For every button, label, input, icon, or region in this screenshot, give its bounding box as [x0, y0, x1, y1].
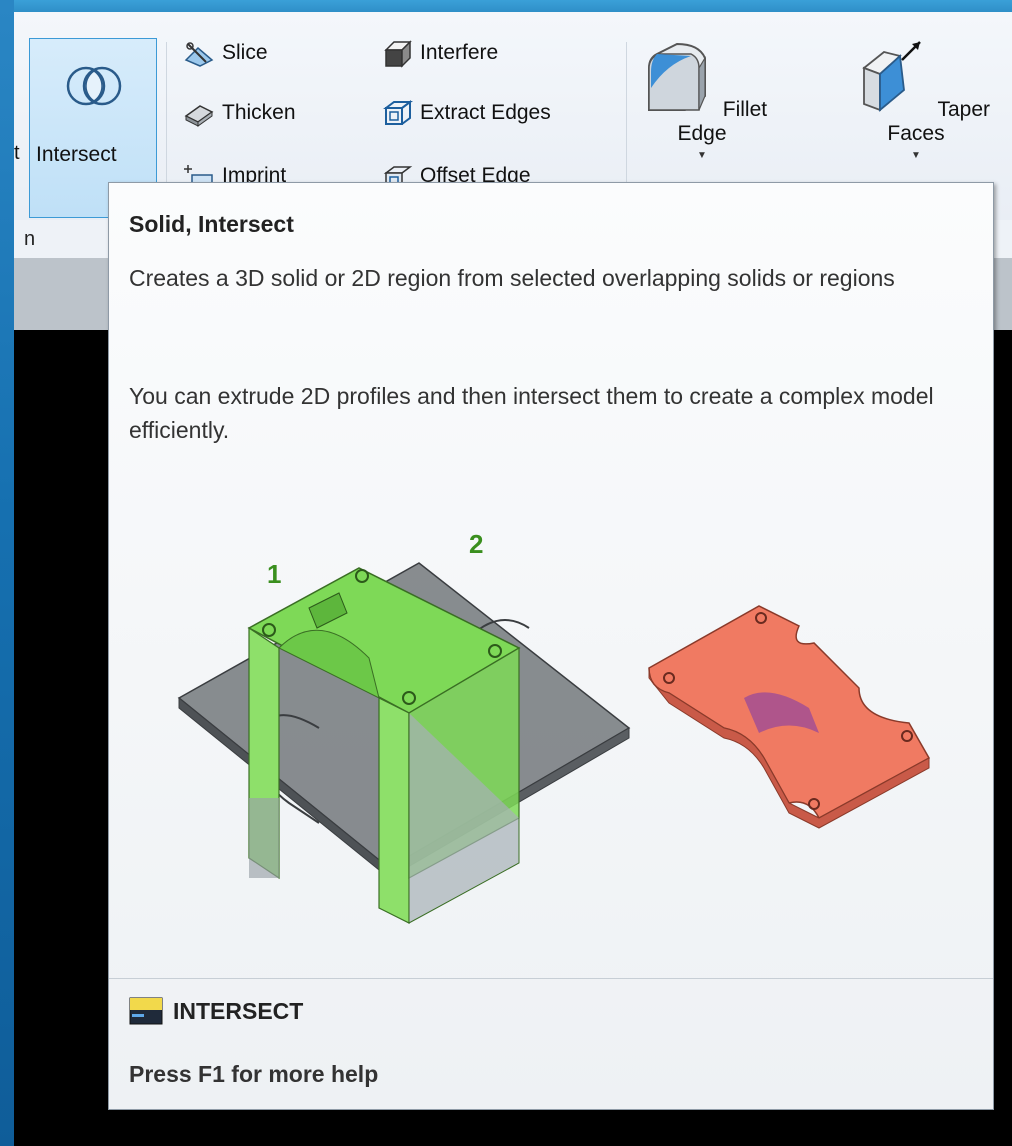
- thicken-icon: [184, 105, 214, 127]
- help-hint: Press F1 for more help: [129, 1061, 379, 1087]
- intersect-button-label: Intersect: [36, 143, 117, 166]
- thicken-button[interactable]: Thicken: [182, 96, 296, 130]
- tooltip-description: Creates a 3D solid or 2D region from sel…: [129, 265, 895, 291]
- title-bar: [14, 0, 1012, 12]
- interfere-button[interactable]: Interfere: [380, 36, 498, 70]
- slice-icon: [184, 42, 214, 67]
- extract-edges-icon: [383, 100, 413, 125]
- tooltip-extended-help: You can extrude 2D profiles and then int…: [129, 383, 934, 443]
- command-icon: [129, 997, 163, 1025]
- solid-2-label: 2: [469, 529, 483, 559]
- tooltip-title: Solid, Intersect: [129, 211, 294, 237]
- fillet-edge-icon: [647, 42, 706, 111]
- extract-edges-button[interactable]: Extract Edges: [380, 96, 551, 130]
- thicken-label: Thicken: [222, 101, 296, 124]
- cropped-button-label: t: [14, 142, 20, 164]
- fillet-edge-button[interactable]: Fillet Edge ▼: [632, 38, 772, 161]
- intersect-illustration: 1 2: [177, 529, 931, 924]
- interfere-label: Interfere: [420, 41, 499, 64]
- taper-faces-icon: [862, 41, 921, 112]
- taper-faces-dropdown-arrow[interactable]: ▼: [826, 150, 1006, 161]
- solid-1-label: 1: [267, 559, 281, 589]
- extract-edges-label: Extract Edges: [420, 101, 551, 124]
- slice-label: Slice: [222, 41, 268, 64]
- command-name: INTERSECT: [173, 997, 304, 1024]
- interfere-icon: [384, 40, 412, 68]
- slice-button[interactable]: Slice: [182, 36, 268, 70]
- intersect-icon: [66, 66, 122, 106]
- fillet-edge-dropdown-arrow[interactable]: ▼: [632, 150, 772, 161]
- taper-faces-button[interactable]: Taper Faces ▼: [826, 38, 1006, 161]
- tooltip-divider: [109, 978, 993, 979]
- tooltip-command: INTERSECT: [129, 996, 303, 1026]
- panel-title[interactable]: n: [24, 228, 35, 251]
- command-tooltip: Solid, Intersect Creates a 3D solid or 2…: [108, 182, 994, 1110]
